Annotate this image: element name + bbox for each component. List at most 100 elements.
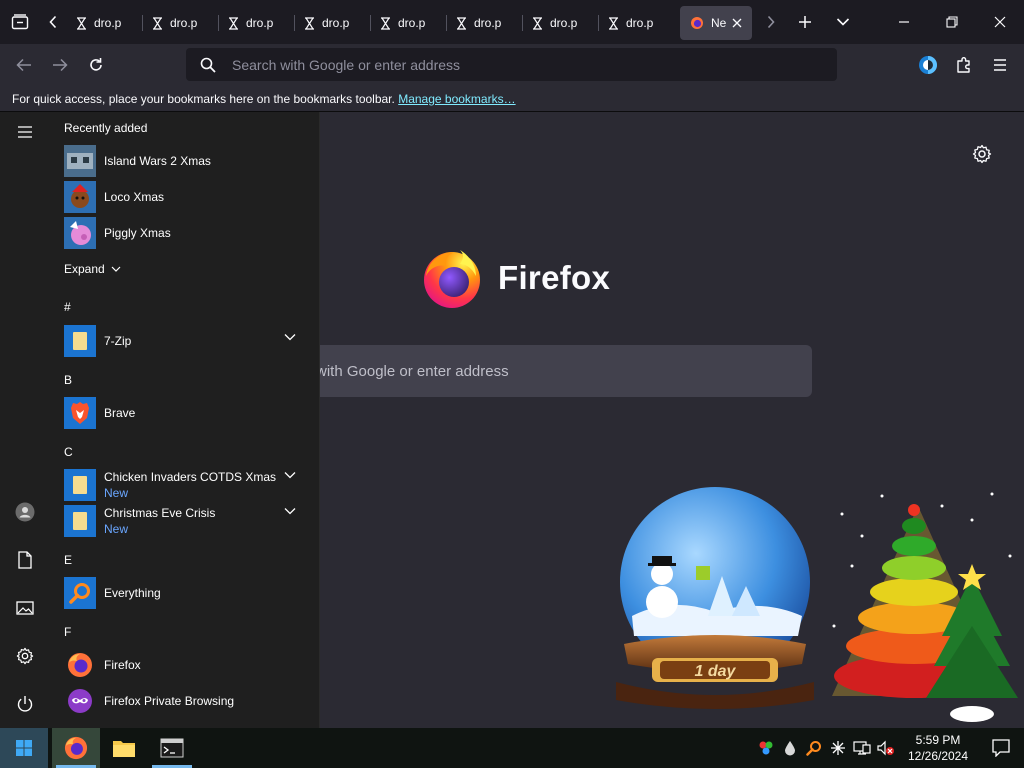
- chevron-left-icon: [49, 15, 57, 29]
- app-item-christmas-eve-crisis[interactable]: Christmas Eve Crisis New: [64, 504, 310, 538]
- group-letter-c[interactable]: C: [64, 445, 73, 459]
- expand-label: Expand: [64, 262, 105, 276]
- tab[interactable]: dro.p: [218, 6, 294, 40]
- taskbar-firefox-button[interactable]: [52, 728, 100, 768]
- customize-new-tab-button[interactable]: [972, 144, 992, 169]
- app-name: Loco Xmas: [104, 190, 165, 204]
- list-all-tabs-button[interactable]: [0, 0, 40, 44]
- app-item-brave[interactable]: Brave: [64, 396, 310, 430]
- documents-button[interactable]: [0, 540, 50, 580]
- chevron-down-icon[interactable]: [284, 471, 296, 479]
- app-name: Piggly Xmas: [104, 226, 171, 240]
- screen: dro.p dro.p dro.p dro.p dro.p dro.p dro.…: [0, 0, 1024, 768]
- tray-asterisk-icon[interactable]: [826, 728, 850, 768]
- new-tab-button[interactable]: [786, 0, 824, 44]
- action-center-button[interactable]: [978, 728, 1024, 768]
- plus-icon: [799, 16, 811, 28]
- taskbar-file-explorer-button[interactable]: [100, 728, 148, 768]
- active-tab[interactable]: Ne: [680, 6, 752, 40]
- firefox-icon: [691, 17, 703, 29]
- tray-app-icon[interactable]: [754, 728, 778, 768]
- tab-title: dro.p: [94, 16, 122, 30]
- close-tab-button[interactable]: [732, 16, 742, 31]
- toolbar-actions: [910, 44, 1018, 86]
- tab[interactable]: dro.p: [598, 6, 674, 40]
- countdown-label: 1 day: [695, 663, 737, 680]
- start-expand-button[interactable]: [0, 112, 50, 152]
- close-window-button[interactable]: [976, 0, 1024, 44]
- taskbar-terminal-button[interactable]: [148, 728, 196, 768]
- app-item-firefox[interactable]: Firefox: [64, 648, 310, 682]
- start-button[interactable]: [0, 728, 48, 768]
- water-drop-icon: [785, 741, 795, 756]
- list-all-tabs-dropdown[interactable]: [824, 0, 862, 44]
- tray-network-icon[interactable]: [850, 728, 874, 768]
- chevron-down-icon[interactable]: [284, 333, 296, 341]
- extensions-button[interactable]: [946, 47, 982, 83]
- tray-volume-icon[interactable]: [874, 728, 898, 768]
- firefox-logo-icon: [424, 250, 480, 308]
- hourglass-icon: [457, 16, 466, 30]
- tab[interactable]: dro.p: [142, 6, 218, 40]
- expand-recent-button[interactable]: Expand: [64, 252, 144, 286]
- app-item-everything[interactable]: Everything: [64, 576, 310, 610]
- search-icon: [806, 741, 821, 756]
- asterisk-icon: [831, 741, 845, 755]
- tab[interactable]: dro.p: [370, 6, 446, 40]
- new-badge: New: [104, 522, 129, 536]
- tab-title: dro.p: [474, 16, 502, 30]
- tab[interactable]: dro.p: [66, 6, 142, 40]
- app-item-firefox-private[interactable]: Firefox Private Browsing: [64, 684, 310, 718]
- group-letter-hash[interactable]: #: [64, 300, 71, 314]
- app-item-loco-xmas[interactable]: Loco Xmas: [64, 180, 310, 214]
- group-letter-f[interactable]: F: [64, 625, 71, 639]
- puzzle-piece-icon: [957, 57, 970, 73]
- snow-globe-gadget[interactable]: 1 day: [612, 486, 818, 718]
- app-name: Brave: [104, 406, 136, 420]
- app-item-piggly-xmas[interactable]: Piggly Xmas: [64, 216, 310, 250]
- forward-button[interactable]: [42, 45, 78, 85]
- start-app-list: Recently added Island Wars 2 Xmas Loco X…: [50, 112, 320, 728]
- close-icon: [994, 16, 1006, 28]
- group-letter-b[interactable]: B: [64, 373, 72, 387]
- restore-button[interactable]: [928, 0, 976, 44]
- app-item-7zip[interactable]: 7-Zip: [64, 324, 310, 358]
- navigation-toolbar: Search with Google or enter address: [0, 44, 1024, 86]
- tab[interactable]: dro.p: [446, 6, 522, 40]
- terminal-icon: [160, 738, 184, 758]
- colorful-app-icon: [759, 741, 773, 755]
- tray-everything-icon[interactable]: [802, 728, 826, 768]
- pictures-button[interactable]: [0, 588, 50, 628]
- chevron-down-icon[interactable]: [284, 507, 296, 515]
- power-icon: [17, 696, 33, 712]
- back-button[interactable]: [6, 45, 42, 85]
- app-item-island-wars[interactable]: Island Wars 2 Xmas: [64, 144, 310, 178]
- tab-title: dro.p: [170, 16, 198, 30]
- hourglass-icon: [609, 16, 618, 30]
- group-letter-e[interactable]: E: [64, 553, 72, 567]
- tab[interactable]: dro.p: [294, 6, 370, 40]
- windows-logo-icon: [16, 740, 32, 756]
- everything-search-icon: [64, 577, 96, 609]
- user-account-button[interactable]: [0, 492, 50, 532]
- hourglass-icon: [77, 16, 86, 30]
- reload-button[interactable]: [78, 45, 114, 85]
- tab[interactable]: dro.p: [522, 6, 598, 40]
- minimize-button[interactable]: [880, 0, 928, 44]
- taskbar-clock[interactable]: 5:59 PM 12/26/2024: [898, 732, 978, 764]
- extension-button[interactable]: [910, 47, 946, 83]
- tab-title: dro.p: [246, 16, 274, 30]
- chevron-down-icon: [836, 18, 850, 26]
- app-item-chicken-invaders[interactable]: Chicken Invaders COTDS Xmas New: [64, 468, 310, 502]
- application-menu-button[interactable]: [982, 47, 1018, 83]
- close-icon: [732, 18, 742, 27]
- gift-icon: [696, 566, 710, 580]
- settings-button[interactable]: [0, 636, 50, 676]
- scroll-tabs-left-button[interactable]: [40, 0, 66, 44]
- arrow-left-icon: [16, 58, 31, 72]
- address-bar[interactable]: Search with Google or enter address: [186, 48, 837, 81]
- power-button[interactable]: [0, 684, 50, 724]
- scroll-tabs-right-button[interactable]: [756, 0, 786, 44]
- manage-bookmarks-link[interactable]: Manage bookmarks…: [398, 92, 515, 106]
- tray-drop-icon[interactable]: [778, 728, 802, 768]
